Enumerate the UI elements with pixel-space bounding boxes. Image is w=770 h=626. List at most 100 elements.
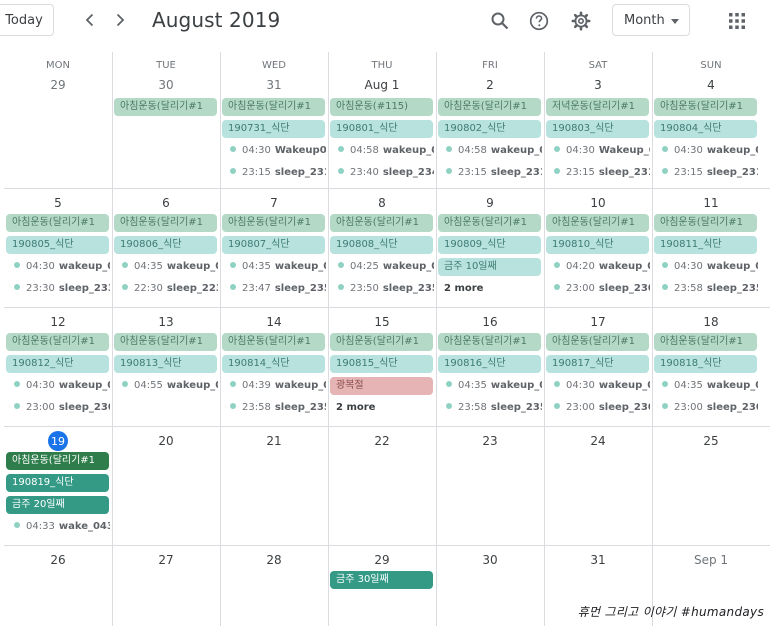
day-cell[interactable]: 17 아침운동(달리기#1 190817_식단 04:30 wakeup_0 23:00 s… [544, 307, 652, 426]
day-cell[interactable]: 28 [220, 545, 328, 626]
date-number[interactable]: 27 [158, 553, 173, 567]
all-day-event-chip[interactable]: 190818_식단 [654, 355, 757, 373]
more-events-link[interactable]: 2 more [444, 283, 483, 294]
day-cell[interactable]: 24 [544, 426, 652, 545]
all-day-event-chip[interactable]: 아침운동(달리기#1 [654, 98, 757, 116]
date-number[interactable]: 18 [703, 315, 718, 329]
day-cell[interactable]: 8 아침운동(달리기#1 190808_식단 04:25 wakeup_0 23:50 sl… [328, 188, 436, 307]
timed-event[interactable]: 04:30 Wakeup0 [222, 142, 326, 160]
timed-event[interactable]: 23:47 sleep_235 [222, 280, 326, 298]
all-day-event-chip[interactable]: 190819_식단 [6, 474, 109, 492]
today-date-number[interactable]: 19 [48, 431, 68, 451]
day-cell[interactable]: SAT 3 저녁운동(달리기#1 190803_식단 04:30 Wakeup_0 23:1… [544, 52, 652, 188]
timed-event[interactable]: 04:58 wakeup_0 [438, 142, 542, 160]
chevron-right-icon[interactable] [112, 12, 128, 28]
day-cell[interactable]: 10 아침운동(달리기#1 190810_식단 04:20 wakeup_0 23:00 s… [544, 188, 652, 307]
all-day-event-chip[interactable]: 190814_식단 [222, 355, 325, 373]
timed-event[interactable]: 23:58 sleep_235 [222, 399, 326, 417]
day-cell[interactable]: 11 아침운동(달리기#1 190811_식단 04:30 wakeup_0 23:58 s… [652, 188, 770, 307]
all-day-event-chip[interactable]: 아침운동(달리기#1 [438, 333, 541, 351]
day-cell[interactable]: 20 [112, 426, 220, 545]
all-day-event-chip[interactable]: 아침운동(달리기#1 [6, 214, 109, 232]
date-number[interactable]: 9 [486, 196, 494, 210]
date-number[interactable]: 24 [590, 434, 605, 448]
day-cell[interactable]: TUE 30 아침운동(달리기#1 [112, 52, 220, 188]
date-number[interactable]: 29 [374, 553, 389, 567]
all-day-event-chip[interactable]: 190810_식단 [546, 236, 649, 254]
timed-event[interactable]: 04:30 wakeup_0 [6, 258, 110, 276]
timed-event[interactable]: 23:58 sleep_235 [654, 280, 758, 298]
day-cell[interactable]: 30 [436, 545, 544, 626]
date-number[interactable]: Aug 1 [365, 78, 400, 92]
timed-event[interactable]: 22:30 sleep_223 [114, 280, 218, 298]
day-cell[interactable]: 18 아침운동(달리기#1 190818_식단 04:35 wakeup_0 23:00 s… [652, 307, 770, 426]
all-day-event-chip[interactable]: 190806_식단 [114, 236, 217, 254]
day-cell[interactable]: 23 [436, 426, 544, 545]
date-number[interactable]: 22 [374, 434, 389, 448]
all-day-event-chip[interactable]: 아침운동(달리기#1 [114, 214, 217, 232]
timed-event[interactable]: 04:39 wakeup_0 [222, 377, 326, 395]
timed-event[interactable]: 23:00 sleep_230 [6, 399, 110, 417]
date-number[interactable]: 30 [158, 78, 173, 92]
date-number[interactable]: 16 [482, 315, 497, 329]
apps-grid-icon[interactable] [729, 13, 745, 29]
timed-event[interactable]: 04:35 wakeup_0 [114, 258, 218, 276]
all-day-event-chip[interactable]: 아침운동(달리기#1 [438, 98, 541, 116]
day-cell[interactable]: 14 아침운동(달리기#1 190814_식단 04:39 wakeup_0 23:58 s… [220, 307, 328, 426]
all-day-event-chip[interactable]: 아침운동(달리기#1 [114, 98, 217, 116]
timed-event[interactable]: 23:30 sleep_233 [6, 280, 110, 298]
all-day-event-chip[interactable]: 아침운동(달리기#1 [222, 214, 325, 232]
date-number[interactable]: 2 [486, 78, 494, 92]
timed-event[interactable]: 23:50 sleep_235 [330, 280, 434, 298]
day-cell[interactable]: 6 아침운동(달리기#1 190806_식단 04:35 wakeup_0 22:30 sl… [112, 188, 220, 307]
day-cell[interactable]: 7 아침운동(달리기#1 190807_식단 04:35 wakeup_0 23:47 sl… [220, 188, 328, 307]
date-number[interactable]: 23 [482, 434, 497, 448]
all-day-event-chip[interactable]: 190801_식단 [330, 120, 433, 138]
date-number[interactable]: 30 [482, 553, 497, 567]
day-cell[interactable]: 19 아침운동(달리기#1 190819_식단 금주 20일째 04:33 wake_04… [4, 426, 112, 545]
all-day-event-chip[interactable]: 190815_식단 [330, 355, 433, 373]
all-day-event-chip[interactable]: 190807_식단 [222, 236, 325, 254]
all-day-event-chip[interactable]: 아침운동(달리기#1 [654, 333, 757, 351]
chevron-left-icon[interactable] [82, 12, 98, 28]
all-day-event-chip[interactable]: 190802_식단 [438, 120, 541, 138]
day-cell[interactable]: 21 [220, 426, 328, 545]
timed-event[interactable]: 04:35 wakeup_0 [222, 258, 326, 276]
day-cell[interactable]: 26 [4, 545, 112, 626]
day-cell[interactable]: 27 [112, 545, 220, 626]
day-cell[interactable]: 25 [652, 426, 770, 545]
all-day-event-chip[interactable]: 아침운동(달리기#1 [438, 214, 541, 232]
timed-event[interactable]: 04:55 wakeup_0 [114, 377, 218, 395]
all-day-event-chip[interactable]: 저녁운동(달리기#1 [546, 98, 649, 116]
date-number[interactable]: 11 [703, 196, 718, 210]
timed-event[interactable]: 23:00 sleep_230 [654, 399, 758, 417]
timed-event[interactable]: 04:58 wakeup_0 [330, 142, 434, 160]
timed-event[interactable]: 23:00 sleep_230 [546, 399, 650, 417]
timed-event[interactable]: 23:15 sleep_231 [222, 164, 326, 182]
timed-event[interactable]: 23:58 sleep_235 [438, 399, 542, 417]
all-day-event-chip[interactable]: 금주 20일째 [6, 496, 109, 514]
all-day-event-chip[interactable]: 190803_식단 [546, 120, 649, 138]
timed-event[interactable]: 04:30 wakeup_0 [654, 258, 758, 276]
timed-event[interactable]: 04:25 wakeup_0 [330, 258, 434, 276]
timed-event[interactable]: 23:00 sleep_230 [546, 280, 650, 298]
all-day-event-chip[interactable]: 190816_식단 [438, 355, 541, 373]
timed-event[interactable]: 04:30 wakeup_0 [546, 377, 650, 395]
date-number[interactable]: 8 [378, 196, 386, 210]
timed-event[interactable]: 04:35 wakeup_0 [654, 377, 758, 395]
all-day-event-chip[interactable]: 190812_식단 [6, 355, 109, 373]
all-day-event-chip[interactable]: 아침운동(달리기#1 [6, 333, 109, 351]
timed-event[interactable]: 04:30 wakeup_0 [6, 377, 110, 395]
all-day-event-chip[interactable]: 190808_식단 [330, 236, 433, 254]
day-cell[interactable]: 29 금주 30일째 [328, 545, 436, 626]
all-day-event-chip[interactable]: 아침운동(달리기#1 [330, 214, 433, 232]
day-cell[interactable]: 22 [328, 426, 436, 545]
all-day-event-chip[interactable]: 아침운동(#115) [330, 98, 433, 116]
search-icon[interactable] [490, 11, 510, 31]
date-number[interactable]: 15 [374, 315, 389, 329]
all-day-event-chip[interactable]: 아침운동(달리기#1 [114, 333, 217, 351]
date-number[interactable]: 7 [270, 196, 278, 210]
timed-event[interactable]: 04:30 wakeup_0 [654, 142, 758, 160]
day-cell[interactable]: 15 아침운동(달리기#1 190815_식단 광복절 2 more [328, 307, 436, 426]
all-day-event-chip[interactable]: 190809_식단 [438, 236, 541, 254]
